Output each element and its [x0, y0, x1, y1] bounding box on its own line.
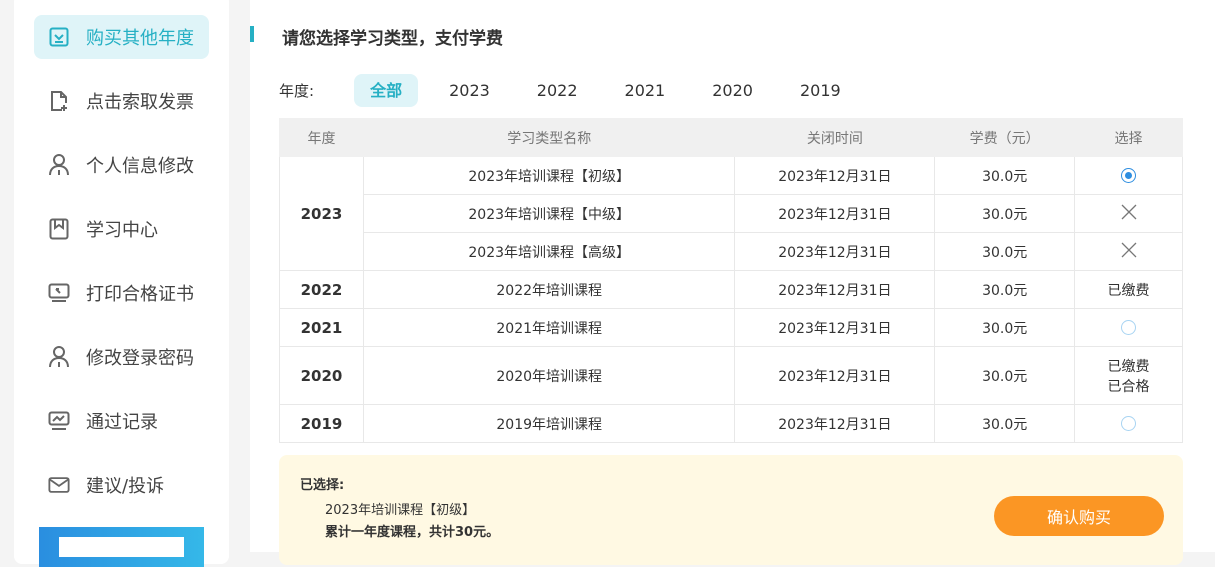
sidebar-item-label: 打印合格证书	[86, 284, 194, 305]
promo-banner[interactable]	[39, 527, 204, 567]
year-filter: 年度: 全部 2023 2022 2021 2020 2019	[279, 74, 872, 107]
table-row: 2023 2023年培训课程【初级】 2023年12月31日 30.0元	[279, 156, 1183, 271]
sidebar-item-label: 通过记录	[86, 412, 158, 433]
sidebar: 购买其他年度 点击索取发票 个人信息修改 学习中心 打印合格证书 修改登录密码 …	[14, 0, 229, 567]
sidebar-item-pass-records[interactable]: 通过记录	[34, 399, 209, 443]
fee-cell: 30.0元	[934, 308, 1076, 347]
summary-heading: 已选择:	[300, 478, 345, 493]
header-name: 学习类型名称	[362, 118, 736, 157]
year-cell: 2023	[279, 156, 364, 271]
header-year: 年度	[279, 118, 364, 157]
selection-summary: 已选择: 2023年培训课程【初级】 累计一年度课程，共计30元。 确认购买	[279, 455, 1183, 565]
header-fee: 学费（元）	[934, 118, 1076, 157]
close-cell: 2023年12月31日	[734, 194, 936, 233]
title-accent	[250, 26, 254, 42]
checkbox-icon	[48, 26, 70, 48]
table-row: 2023年培训课程【中级】 2023年12月31日 30.0元	[280, 194, 1183, 233]
fee-cell: 30.0元	[934, 156, 1076, 195]
main-panel: 请您选择学习类型，支付学费 年度: 全部 2023 2022 2021 2020…	[250, 0, 1215, 565]
course-table: 年度 学习类型名称 关闭时间 学费（元） 选择 2023 2023年培训课程【初…	[279, 118, 1183, 443]
summary-total: 累计一年度课程，共计30元。	[325, 525, 500, 540]
fee-cell: 30.0元	[934, 346, 1076, 405]
mail-icon	[48, 474, 70, 496]
year-filter-label: 年度:	[279, 82, 315, 100]
sidebar-item-profile[interactable]: 个人信息修改	[34, 143, 209, 187]
year-tab-2019[interactable]: 2019	[784, 74, 857, 107]
select-radio[interactable]	[1121, 416, 1137, 431]
close-cell: 2023年12月31日	[734, 404, 936, 443]
table-row: 2023年培训课程【高级】 2023年12月31日 30.0元	[280, 232, 1183, 271]
name-cell: 2023年培训课程【初级】	[362, 156, 736, 195]
sidebar-item-learning-center[interactable]: 学习中心	[34, 207, 209, 251]
close-cell: 2023年12月31日	[734, 346, 936, 405]
fee-cell: 30.0元	[934, 232, 1076, 271]
sidebar-item-label: 建议/投诉	[86, 476, 165, 497]
unavailable-x-icon	[1121, 204, 1137, 224]
close-cell: 2023年12月31日	[734, 232, 936, 271]
table-header: 年度 学习类型名称 关闭时间 学费（元） 选择	[279, 118, 1183, 157]
close-cell: 2023年12月31日	[734, 270, 936, 309]
fee-cell: 30.0元	[934, 404, 1076, 443]
header-select: 选择	[1074, 118, 1183, 157]
close-cell: 2023年12月31日	[734, 308, 936, 347]
year-cell: 2019	[279, 404, 364, 443]
year-tab-2021[interactable]: 2021	[609, 74, 682, 107]
selected-course: 2023年培训课程【初级】	[325, 503, 476, 518]
select-radio-checked[interactable]	[1121, 168, 1137, 183]
status-cell: 已缴费	[1074, 270, 1183, 309]
table-row: 2021 2021年培训课程 2023年12月31日 30.0元	[279, 308, 1183, 347]
sidebar-item-label: 个人信息修改	[86, 156, 194, 177]
name-cell: 2022年培训课程	[362, 270, 736, 309]
sidebar-item-label: 购买其他年度	[86, 28, 194, 49]
sidebar-item-change-password[interactable]: 修改登录密码	[34, 335, 209, 379]
year-tab-all[interactable]: 全部	[354, 74, 419, 107]
status-paid: 已缴费	[1107, 358, 1150, 375]
name-cell: 2020年培训课程	[362, 346, 736, 405]
user-icon	[48, 154, 70, 176]
unavailable-x-icon	[1121, 242, 1137, 262]
year-tab-2020[interactable]: 2020	[696, 74, 769, 107]
fee-cell: 30.0元	[934, 194, 1076, 233]
year-tab-2022[interactable]: 2022	[521, 74, 594, 107]
name-cell: 2021年培训课程	[362, 308, 736, 347]
year-cell: 2020	[279, 346, 364, 405]
confirm-purchase-button[interactable]: 确认购买	[994, 496, 1164, 536]
select-radio[interactable]	[1121, 320, 1137, 335]
year-cell: 2022	[279, 270, 364, 309]
sidebar-item-label: 学习中心	[86, 220, 158, 241]
status-cell: 已缴费 已合格	[1074, 346, 1183, 405]
name-cell: 2023年培训课程【中级】	[362, 194, 736, 233]
sidebar-item-buy-other-year[interactable]: 购买其他年度	[34, 15, 209, 59]
chart-monitor-icon	[48, 410, 70, 432]
bookmark-icon	[48, 218, 70, 240]
name-cell: 2019年培训课程	[362, 404, 736, 443]
sidebar-item-label: 修改登录密码	[86, 348, 194, 369]
fee-cell: 30.0元	[934, 270, 1076, 309]
table-row: 2019 2019年培训课程 2023年12月31日 30.0元	[279, 404, 1183, 443]
header-close-time: 关闭时间	[734, 118, 936, 157]
name-cell: 2023年培训课程【高级】	[362, 232, 736, 271]
close-cell: 2023年12月31日	[734, 156, 936, 195]
sidebar-item-invoice[interactable]: 点击索取发票	[34, 79, 209, 123]
sidebar-item-print-certificate[interactable]: 打印合格证书	[34, 271, 209, 315]
year-tab-2023[interactable]: 2023	[433, 74, 506, 107]
table-row: 2022 2022年培训课程 2023年12月31日 30.0元 已缴费	[279, 270, 1183, 309]
file-add-icon	[48, 90, 70, 112]
sidebar-item-feedback[interactable]: 建议/投诉	[34, 463, 209, 507]
page-title: 请您选择学习类型，支付学费	[282, 29, 503, 49]
user-icon	[48, 346, 70, 368]
table-row: 2020 2020年培训课程 2023年12月31日 30.0元 已缴费已合格	[279, 346, 1183, 405]
monitor-icon	[48, 282, 70, 304]
sidebar-item-label: 点击索取发票	[86, 92, 194, 113]
status-passed: 已合格	[1107, 378, 1150, 395]
year-cell: 2021	[279, 308, 364, 347]
